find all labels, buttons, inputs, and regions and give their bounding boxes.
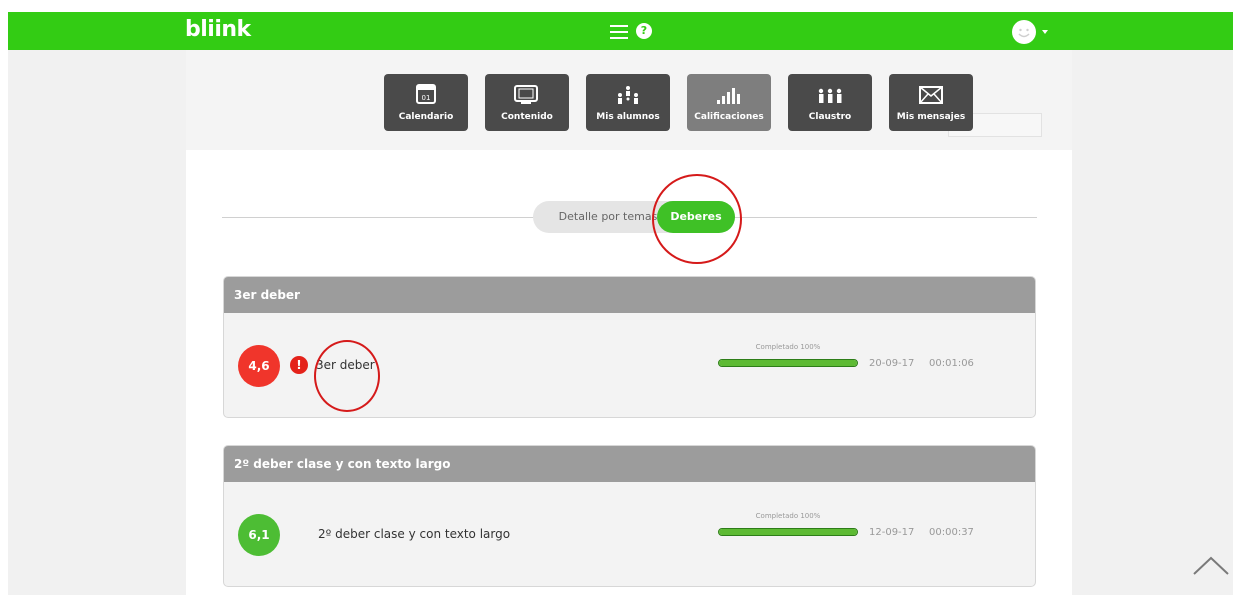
- progress-fill: [719, 360, 857, 366]
- scroll-to-top-button[interactable]: [1190, 550, 1232, 580]
- staff-icon: [818, 88, 842, 103]
- app-frame: bliink ? 01 Calendario Contenido Mis alu…: [8, 12, 1233, 595]
- nav-calendario[interactable]: 01 Calendario: [384, 74, 468, 131]
- nav-label: Claustro: [808, 112, 852, 122]
- task-title[interactable]: 2º deber clase y con texto largo: [318, 527, 510, 541]
- nav-label: Mis mensajes: [896, 112, 966, 122]
- task-card-header: 3er deber: [224, 277, 1035, 313]
- task-date: 20-09-17: [869, 358, 915, 369]
- main-content: 01 Calendario Contenido Mis alumnos Cali…: [186, 50, 1072, 595]
- nav-contenido[interactable]: Contenido: [485, 74, 569, 131]
- progress-bar: [718, 528, 858, 536]
- progress-fill: [719, 529, 857, 535]
- smiley-icon: [1013, 21, 1035, 43]
- monitor-icon: [514, 85, 538, 104]
- nav-mis-mensajes[interactable]: Mis mensajes: [889, 74, 973, 131]
- chevron-down-icon[interactable]: [1042, 30, 1048, 34]
- menu-icon[interactable]: [610, 25, 628, 39]
- chevron-up-icon: [1193, 556, 1229, 575]
- envelope-icon: [919, 86, 943, 104]
- nav-mis-alumnos[interactable]: Mis alumnos: [586, 74, 670, 131]
- task-card: 2º deber clase y con texto largo 6,1 2º …: [223, 445, 1036, 587]
- top-bar: bliink ?: [8, 12, 1233, 50]
- task-date: 12-09-17: [869, 527, 915, 538]
- annotation-circle-deberes: [652, 174, 742, 264]
- score-badge: 4,6: [238, 345, 280, 387]
- progress-bar: [718, 359, 858, 367]
- task-time: 00:01:06: [929, 358, 974, 369]
- nav-calificaciones[interactable]: Calificaciones: [687, 74, 771, 131]
- help-icon[interactable]: ?: [636, 23, 652, 39]
- calendar-icon: 01: [416, 84, 436, 104]
- bar-chart-icon: [717, 88, 740, 104]
- nav-label: Calendario: [398, 112, 454, 122]
- nav-claustro[interactable]: Claustro: [788, 74, 872, 131]
- avatar[interactable]: [1012, 20, 1036, 44]
- alert-icon: !: [290, 356, 308, 374]
- nav-label: Contenido: [501, 112, 553, 122]
- calendar-day: 01: [422, 94, 431, 102]
- task-time: 00:00:37: [929, 527, 974, 538]
- progress-label: Completado 100%: [755, 343, 821, 351]
- progress-label: Completado 100%: [755, 512, 821, 520]
- nav-label: Mis alumnos: [596, 112, 660, 122]
- task-row[interactable]: 6,1 2º deber clase y con texto largo Com…: [224, 482, 1035, 586]
- students-icon: [618, 86, 638, 104]
- task-card-header: 2º deber clase y con texto largo: [224, 446, 1035, 482]
- app-logo[interactable]: bliink: [185, 17, 251, 42]
- score-badge: 6,1: [238, 514, 280, 556]
- annotation-circle-title: [314, 340, 380, 412]
- nav-label: Calificaciones: [694, 112, 764, 122]
